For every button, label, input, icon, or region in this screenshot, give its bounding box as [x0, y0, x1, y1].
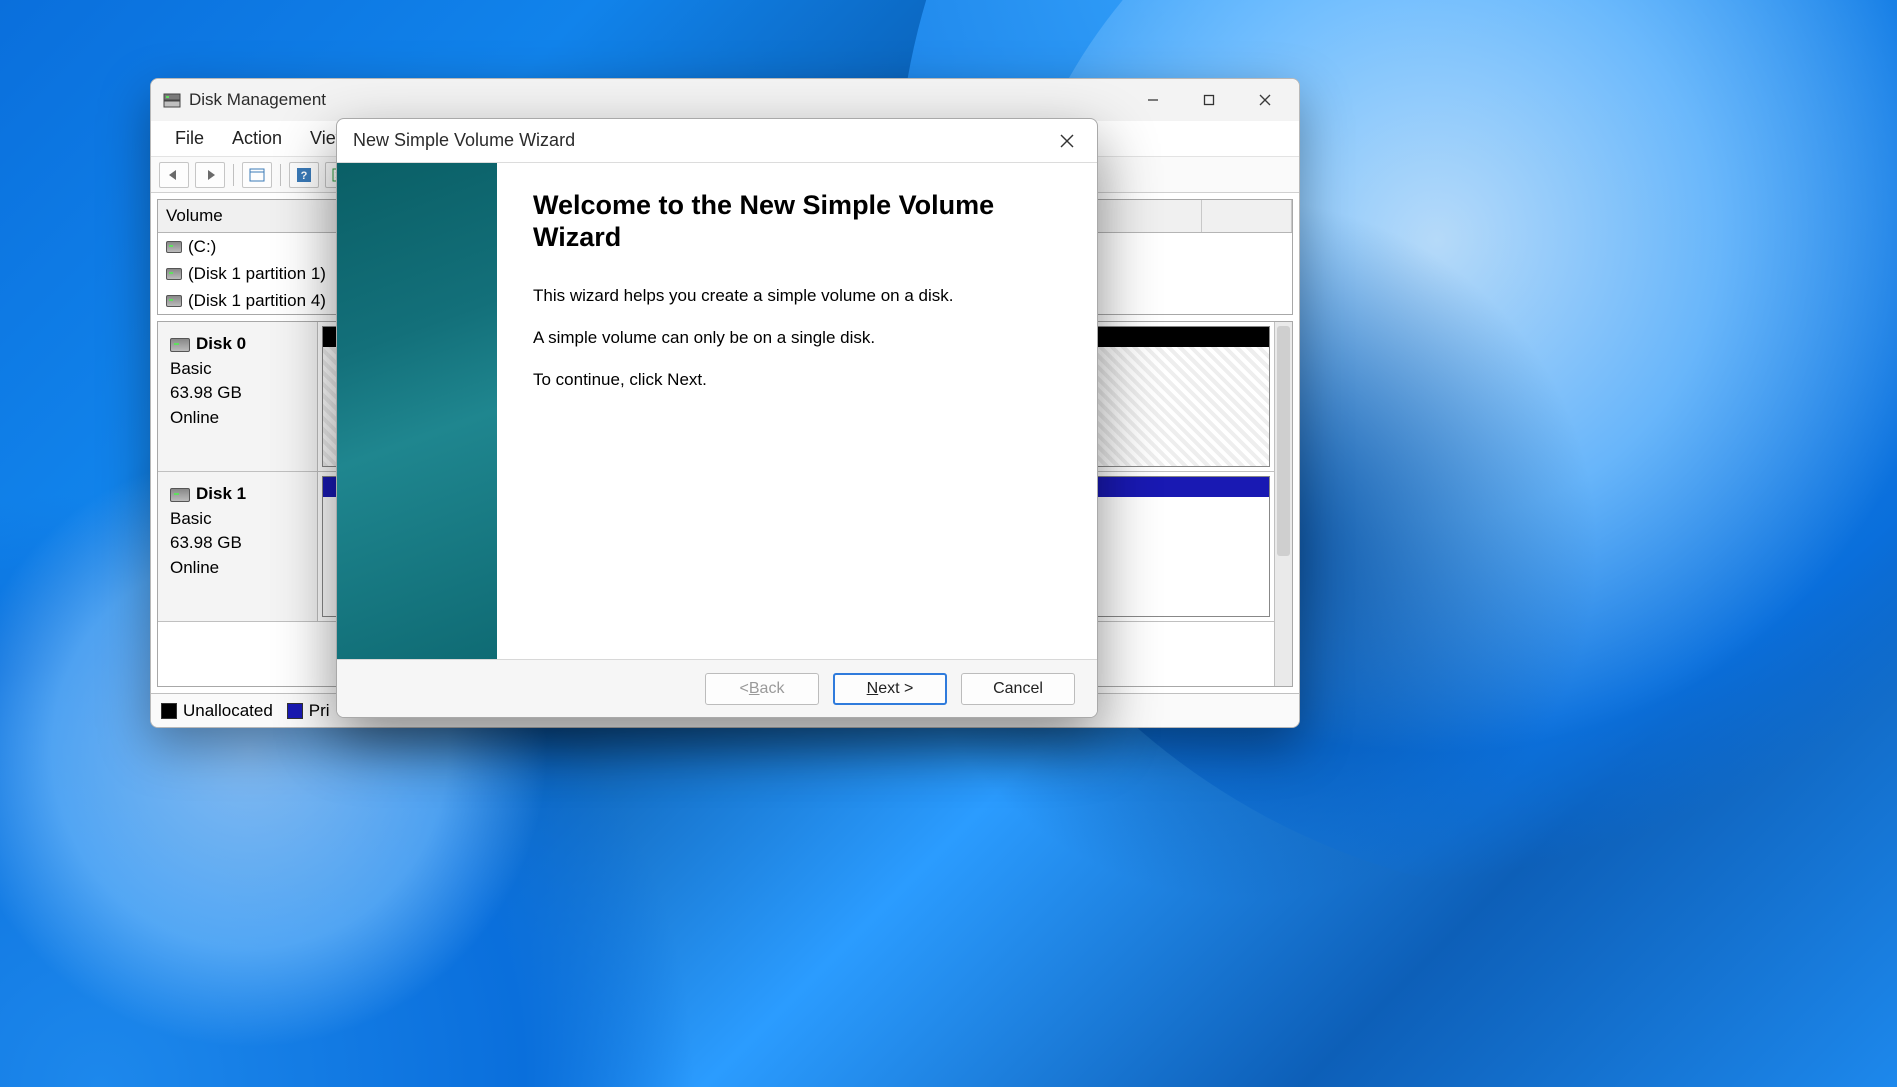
- disk-management-icon: [163, 91, 181, 109]
- cancel-button[interactable]: Cancel: [961, 673, 1075, 705]
- minimize-button[interactable]: [1125, 79, 1181, 121]
- wizard-text: A simple volume can only be on a single …: [533, 328, 1065, 348]
- menu-action[interactable]: Action: [218, 122, 296, 155]
- wizard-title: New Simple Volume Wizard: [353, 130, 575, 151]
- svg-text:?: ?: [301, 170, 308, 182]
- properties-icon[interactable]: [242, 162, 272, 188]
- wizard-text: To continue, click Next.: [533, 370, 1065, 390]
- dm-title: Disk Management: [189, 90, 326, 110]
- drive-icon: [166, 241, 182, 253]
- wizard-footer: < Back Next > Cancel: [337, 659, 1097, 717]
- next-button[interactable]: Next >: [833, 673, 947, 705]
- drive-icon: [170, 338, 190, 352]
- wizard-titlebar[interactable]: New Simple Volume Wizard: [337, 119, 1097, 163]
- legend-primary: Pri: [287, 701, 330, 721]
- drive-icon: [170, 488, 190, 502]
- help-icon[interactable]: ?: [289, 162, 319, 188]
- wizard-sidebar-graphic: [337, 163, 497, 659]
- dm-titlebar[interactable]: Disk Management: [151, 79, 1299, 121]
- drive-icon: [166, 295, 182, 307]
- scrollbar[interactable]: [1274, 322, 1292, 686]
- wizard-text: This wizard helps you create a simple vo…: [533, 286, 1065, 306]
- back-icon[interactable]: [159, 162, 189, 188]
- new-simple-volume-wizard: New Simple Volume Wizard Welcome to the …: [336, 118, 1098, 718]
- wizard-heading: Welcome to the New Simple Volume Wizard: [533, 189, 1065, 254]
- back-button[interactable]: < Back: [705, 673, 819, 705]
- close-button[interactable]: [1237, 79, 1293, 121]
- close-button[interactable]: [1045, 119, 1089, 163]
- legend-unallocated: Unallocated: [161, 701, 273, 721]
- forward-icon[interactable]: [195, 162, 225, 188]
- maximize-button[interactable]: [1181, 79, 1237, 121]
- menu-file[interactable]: File: [161, 122, 218, 155]
- drive-icon: [166, 268, 182, 280]
